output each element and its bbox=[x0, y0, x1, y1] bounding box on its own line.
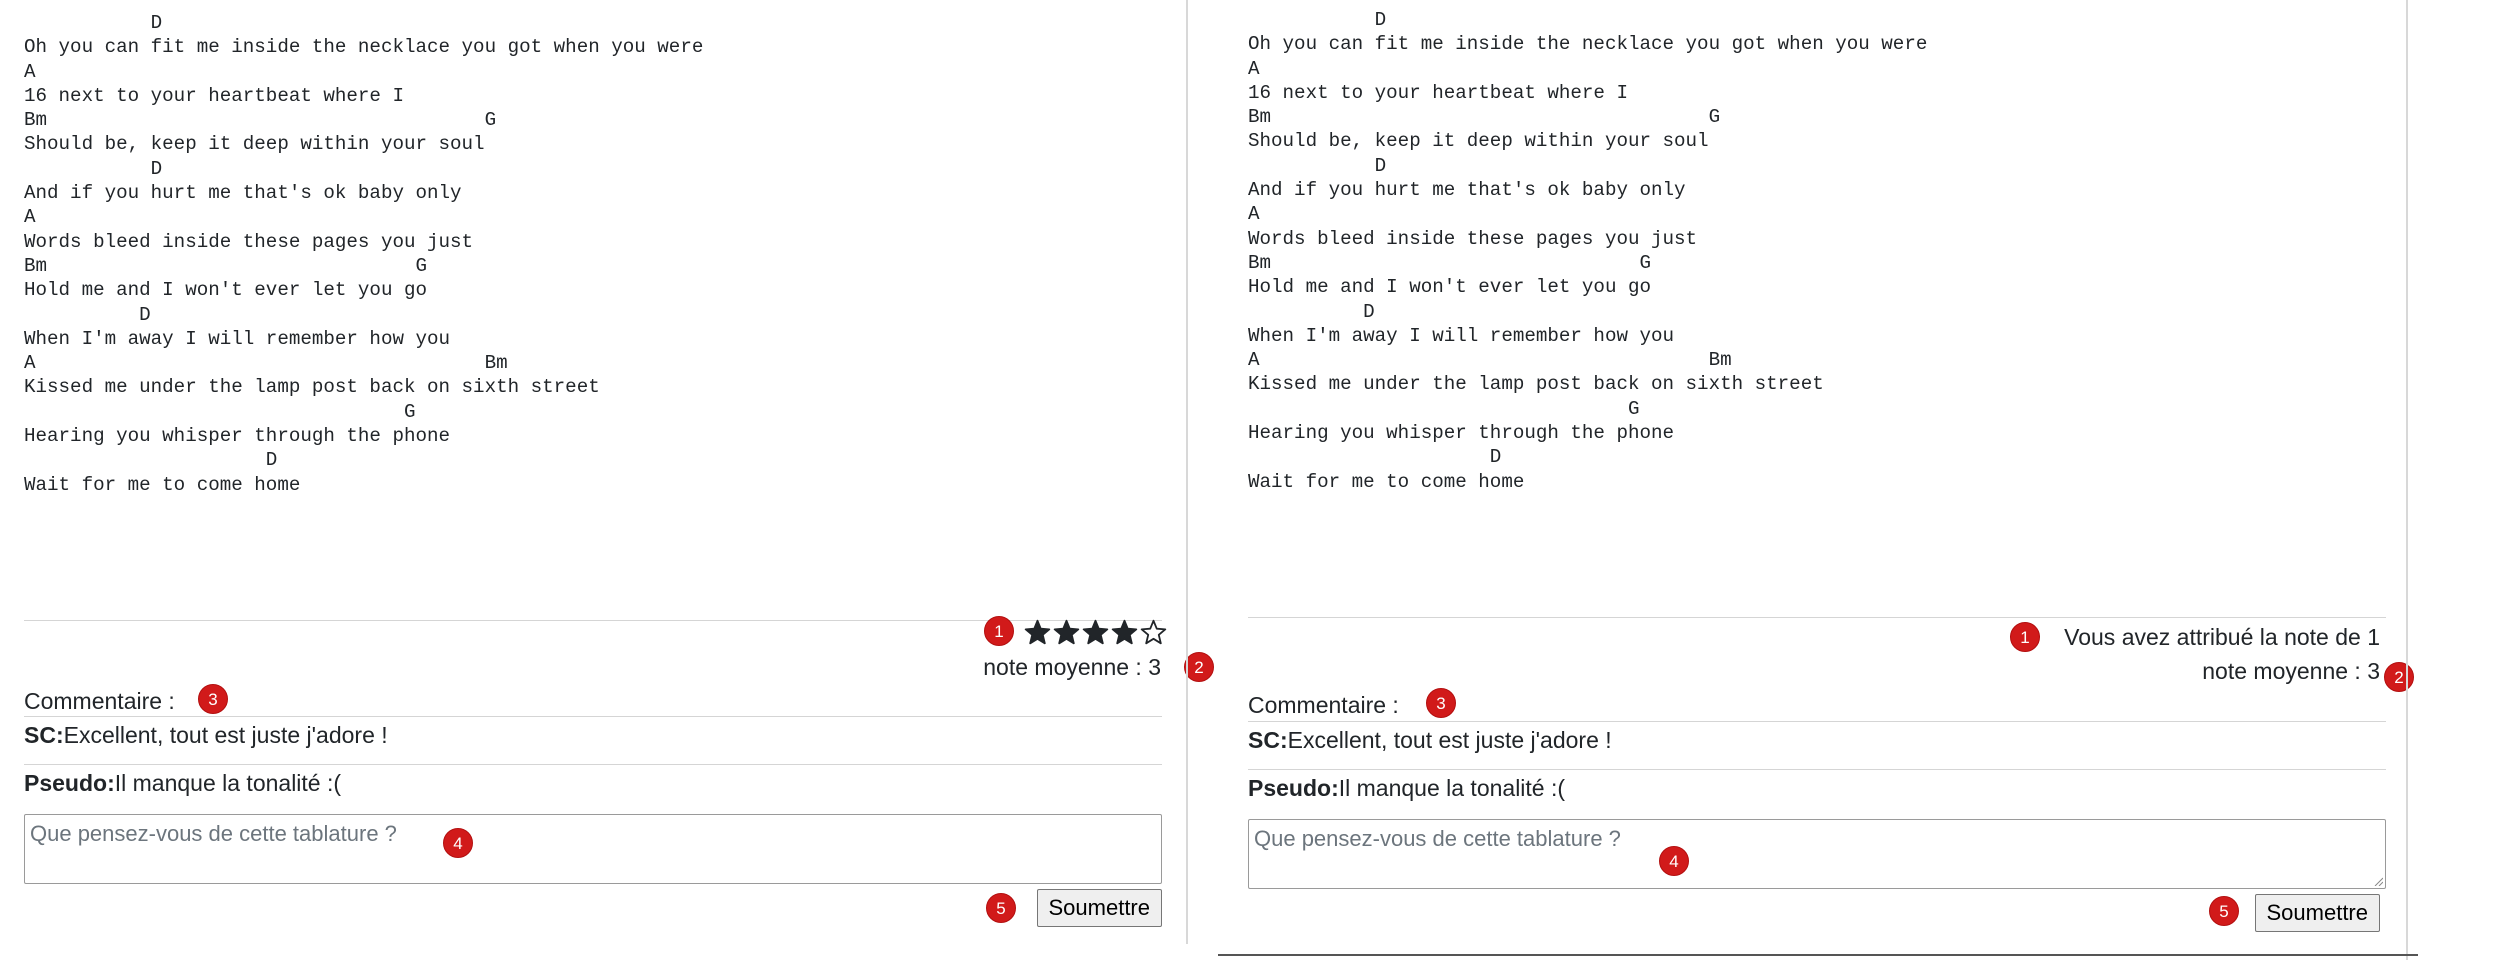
comment-text: Il manque la tonalité :( bbox=[114, 770, 342, 796]
annotation-badge: 5 bbox=[986, 893, 1016, 923]
divider bbox=[24, 716, 1162, 717]
comment-item: SC:Excellent, tout est juste j'adore ! bbox=[24, 722, 388, 749]
comment-textarea[interactable]: Que pensez-vous de cette tablature ? bbox=[24, 814, 1162, 884]
annotation-badge: 4 bbox=[1659, 846, 1689, 876]
divider bbox=[1248, 617, 2386, 618]
annotation-badge: 1 bbox=[984, 616, 1014, 646]
star-empty-icon[interactable] bbox=[1140, 619, 1167, 646]
annotation-badge: 1 bbox=[2010, 622, 2040, 652]
comment-author: Pseudo: bbox=[1248, 775, 1339, 801]
star-rating[interactable] bbox=[1024, 619, 1167, 646]
textarea-placeholder: Que pensez-vous de cette tablature ? bbox=[1254, 826, 1621, 851]
resize-handle-icon[interactable] bbox=[2373, 876, 2383, 886]
comment-author: Pseudo: bbox=[24, 770, 115, 796]
left-panel: D Oh you can fit me inside the necklace … bbox=[0, 0, 1214, 944]
submit-button[interactable]: Soumettre bbox=[2254, 894, 2380, 932]
comment-textarea[interactable]: Que pensez-vous de cette tablature ? bbox=[1248, 819, 2386, 889]
rating-message: Vous avez attribué la note de 1 bbox=[2064, 624, 2380, 650]
right-panel: D Oh you can fit me inside the necklace … bbox=[1218, 0, 2414, 960]
comment-text: Excellent, tout est juste j'adore ! bbox=[63, 722, 388, 748]
comment-text: Il manque la tonalité :( bbox=[1338, 775, 1566, 801]
divider bbox=[1248, 769, 2386, 770]
comment-label: Commentaire : bbox=[24, 688, 175, 714]
star-filled-icon[interactable] bbox=[1053, 619, 1080, 646]
panel-border bbox=[1186, 0, 1188, 944]
tablature: D Oh you can fit me inside the necklace … bbox=[1248, 9, 1928, 493]
comment-text: Excellent, tout est juste j'adore ! bbox=[1287, 727, 1612, 753]
textarea-placeholder: Que pensez-vous de cette tablature ? bbox=[30, 821, 397, 846]
bottom-border bbox=[1218, 954, 2418, 956]
divider bbox=[1248, 721, 2386, 722]
divider bbox=[24, 764, 1162, 765]
panel-border bbox=[2406, 0, 2408, 960]
comment-label: Commentaire : bbox=[1248, 692, 1399, 718]
tablature: D Oh you can fit me inside the necklace … bbox=[24, 12, 704, 496]
annotation-badge: 2 bbox=[2384, 662, 2414, 692]
annotation-badge: 3 bbox=[1426, 688, 1456, 718]
star-filled-icon[interactable] bbox=[1111, 619, 1138, 646]
annotation-badge: 3 bbox=[198, 684, 228, 714]
average-rating: note moyenne : 3 bbox=[2202, 658, 2380, 684]
average-rating: note moyenne : 3 bbox=[983, 654, 1161, 680]
submit-button[interactable]: Soumettre bbox=[1036, 889, 1162, 927]
star-filled-icon[interactable] bbox=[1024, 619, 1051, 646]
comment-item: Pseudo:Il manque la tonalité :( bbox=[1248, 775, 1565, 802]
annotation-badge: 2 bbox=[1184, 652, 1214, 682]
star-filled-icon[interactable] bbox=[1082, 619, 1109, 646]
comment-item: Pseudo:Il manque la tonalité :( bbox=[24, 770, 341, 797]
comment-item: SC:Excellent, tout est juste j'adore ! bbox=[1248, 727, 1612, 754]
comment-author: SC: bbox=[1248, 727, 1288, 753]
annotation-badge: 4 bbox=[443, 828, 473, 858]
comment-author: SC: bbox=[24, 722, 64, 748]
annotation-badge: 5 bbox=[2209, 896, 2239, 926]
